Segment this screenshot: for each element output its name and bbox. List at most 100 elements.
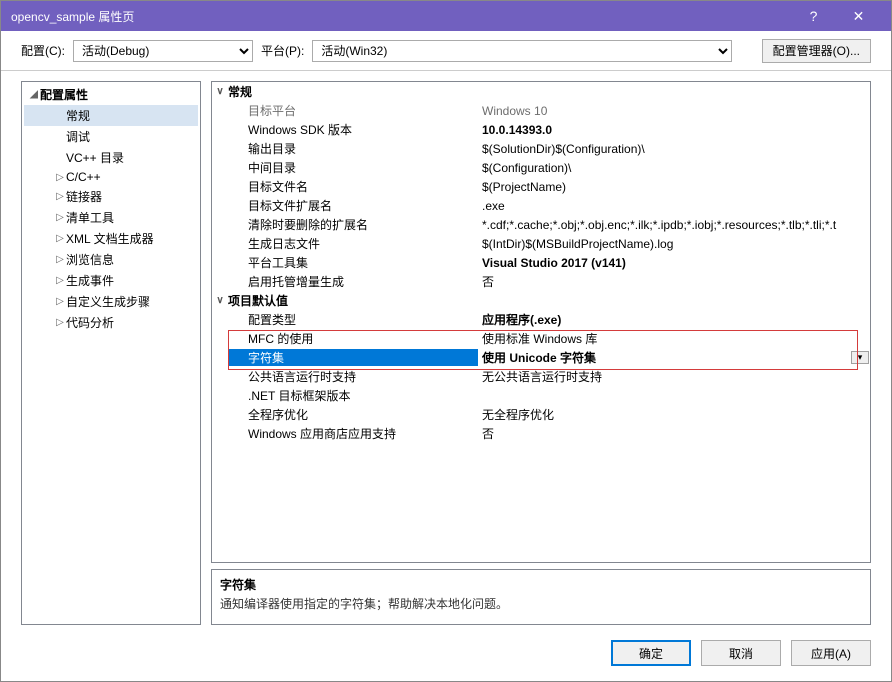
tree-item[interactable]: 调试: [24, 126, 198, 147]
tree-item-label: XML 文档生成器: [66, 230, 154, 247]
prop-value[interactable]: 使用 Unicode 字符集: [478, 349, 851, 366]
prop-name: 输出目录: [228, 140, 478, 157]
tree-item[interactable]: ▷XML 文档生成器: [24, 228, 198, 249]
prop-row[interactable]: .NET 目标框架版本: [212, 386, 870, 405]
description-title: 字符集: [220, 576, 862, 593]
prop-value[interactable]: 无公共语言运行时支持: [478, 368, 870, 385]
prop-row[interactable]: 平台工具集Visual Studio 2017 (v141): [212, 253, 870, 272]
prop-name: MFC 的使用: [228, 330, 478, 347]
tree-item[interactable]: VC++ 目录: [24, 147, 198, 168]
tree-item[interactable]: ▷清单工具: [24, 207, 198, 228]
prop-row[interactable]: 目标文件名$(ProjectName): [212, 177, 870, 196]
chevron-down-icon: ∨: [212, 295, 228, 306]
prop-value[interactable]: $(IntDir)$(MSBuildProjectName).log: [478, 237, 870, 251]
prop-row[interactable]: MFC 的使用使用标准 Windows 库: [212, 329, 870, 348]
prop-value[interactable]: $(ProjectName): [478, 180, 870, 194]
chevron-right-icon: ▷: [54, 275, 66, 286]
prop-name: 清除时要删除的扩展名: [228, 216, 478, 233]
chevron-right-icon: ▷: [54, 317, 66, 328]
tree-item-label: 浏览信息: [66, 251, 114, 268]
prop-value[interactable]: *.cdf;*.cache;*.obj;*.obj.enc;*.ilk;*.ip…: [478, 218, 870, 232]
tree-item[interactable]: ▷生成事件: [24, 270, 198, 291]
prop-value[interactable]: 否: [478, 273, 870, 290]
prop-group-header[interactable]: ∨常规: [212, 82, 870, 101]
tree-item-label: 调试: [66, 128, 90, 145]
chevron-right-icon: ▷: [54, 172, 66, 183]
tree-item[interactable]: 常规: [24, 105, 198, 126]
tree-item[interactable]: ▷浏览信息: [24, 249, 198, 270]
prop-row[interactable]: 目标文件扩展名.exe: [212, 196, 870, 215]
prop-name: Windows SDK 版本: [228, 121, 478, 138]
prop-value[interactable]: 否: [478, 425, 870, 442]
platform-select[interactable]: 活动(Win32): [312, 40, 732, 62]
prop-name: 配置类型: [228, 311, 478, 328]
prop-value[interactable]: 无全程序优化: [478, 406, 870, 423]
prop-group-label: 常规: [228, 83, 478, 100]
chevron-down-icon: ∨: [212, 86, 228, 97]
tree-item[interactable]: ▷代码分析: [24, 312, 198, 333]
prop-value[interactable]: 使用标准 Windows 库: [478, 330, 870, 347]
prop-row[interactable]: 输出目录$(SolutionDir)$(Configuration)\: [212, 139, 870, 158]
prop-value[interactable]: 10.0.14393.0: [478, 123, 870, 137]
prop-name: 目标文件扩展名: [228, 197, 478, 214]
tree-panel[interactable]: ◢ 配置属性 常规调试VC++ 目录▷C/C++▷链接器▷清单工具▷XML 文档…: [21, 81, 201, 625]
tree-item[interactable]: ▷链接器: [24, 186, 198, 207]
prop-value[interactable]: Visual Studio 2017 (v141): [478, 256, 870, 270]
config-select[interactable]: 活动(Debug): [73, 40, 253, 62]
tree-item[interactable]: ▷C/C++: [24, 168, 198, 186]
prop-value[interactable]: 应用程序(.exe): [478, 311, 870, 328]
apply-button[interactable]: 应用(A): [791, 640, 871, 666]
dropdown-button[interactable]: ▾: [851, 351, 869, 364]
prop-row[interactable]: 全程序优化无全程序优化: [212, 405, 870, 424]
tree-item-label: 链接器: [66, 188, 102, 205]
description-text: 通知编译器使用指定的字符集；帮助解决本地化问题。: [220, 595, 862, 612]
config-label: 配置(C):: [21, 42, 65, 59]
property-grid[interactable]: ∨常规目标平台Windows 10Windows SDK 版本10.0.1439…: [211, 81, 871, 563]
prop-name: 启用托管增量生成: [228, 273, 478, 290]
titlebar: opencv_sample 属性页 ? ✕: [1, 1, 891, 31]
cancel-button[interactable]: 取消: [701, 640, 781, 666]
prop-name: 全程序优化: [228, 406, 478, 423]
prop-name: 字符集: [228, 349, 478, 366]
tree-root[interactable]: ◢ 配置属性: [24, 84, 198, 105]
close-button[interactable]: ✕: [836, 1, 881, 31]
prop-row[interactable]: Windows SDK 版本10.0.14393.0: [212, 120, 870, 139]
prop-row[interactable]: 公共语言运行时支持无公共语言运行时支持: [212, 367, 870, 386]
prop-row[interactable]: 目标平台Windows 10: [212, 101, 870, 120]
prop-value[interactable]: $(SolutionDir)$(Configuration)\: [478, 142, 870, 156]
prop-name: 中间目录: [228, 159, 478, 176]
prop-name: 平台工具集: [228, 254, 478, 271]
prop-name: 公共语言运行时支持: [228, 368, 478, 385]
prop-name: 生成日志文件: [228, 235, 478, 252]
ok-button[interactable]: 确定: [611, 640, 691, 666]
tree-item[interactable]: ▷自定义生成步骤: [24, 291, 198, 312]
property-page-window: opencv_sample 属性页 ? ✕ 配置(C): 活动(Debug) 平…: [0, 0, 892, 682]
toolbar: 配置(C): 活动(Debug) 平台(P): 活动(Win32) 配置管理器(…: [1, 31, 891, 71]
prop-name: 目标文件名: [228, 178, 478, 195]
help-button[interactable]: ?: [791, 1, 836, 31]
footer: 确定 取消 应用(A): [1, 625, 891, 681]
prop-row[interactable]: 生成日志文件$(IntDir)$(MSBuildProjectName).log: [212, 234, 870, 253]
prop-row[interactable]: 清除时要删除的扩展名*.cdf;*.cache;*.obj;*.obj.enc;…: [212, 215, 870, 234]
chevron-right-icon: ▷: [54, 296, 66, 307]
chevron-down-icon: ◢: [28, 89, 40, 100]
prop-group-header[interactable]: ∨项目默认值: [212, 291, 870, 310]
tree-item-label: 清单工具: [66, 209, 114, 226]
prop-row[interactable]: 字符集使用 Unicode 字符集▾: [212, 348, 870, 367]
chevron-right-icon: ▷: [54, 254, 66, 265]
chevron-right-icon: ▷: [54, 212, 66, 223]
config-manager-button[interactable]: 配置管理器(O)...: [762, 39, 871, 63]
platform-label: 平台(P):: [261, 42, 304, 59]
prop-value[interactable]: .exe: [478, 199, 870, 213]
tree-item-label: 自定义生成步骤: [66, 293, 150, 310]
tree-item-label: VC++ 目录: [66, 149, 124, 166]
tree-item-label: 生成事件: [66, 272, 114, 289]
prop-row[interactable]: 配置类型应用程序(.exe): [212, 310, 870, 329]
prop-row[interactable]: Windows 应用商店应用支持否: [212, 424, 870, 443]
prop-name: 目标平台: [228, 102, 478, 119]
prop-row[interactable]: 启用托管增量生成否: [212, 272, 870, 291]
prop-value[interactable]: $(Configuration)\: [478, 161, 870, 175]
prop-row[interactable]: 中间目录$(Configuration)\: [212, 158, 870, 177]
prop-value[interactable]: Windows 10: [478, 104, 870, 118]
prop-group-label: 项目默认值: [228, 292, 478, 309]
